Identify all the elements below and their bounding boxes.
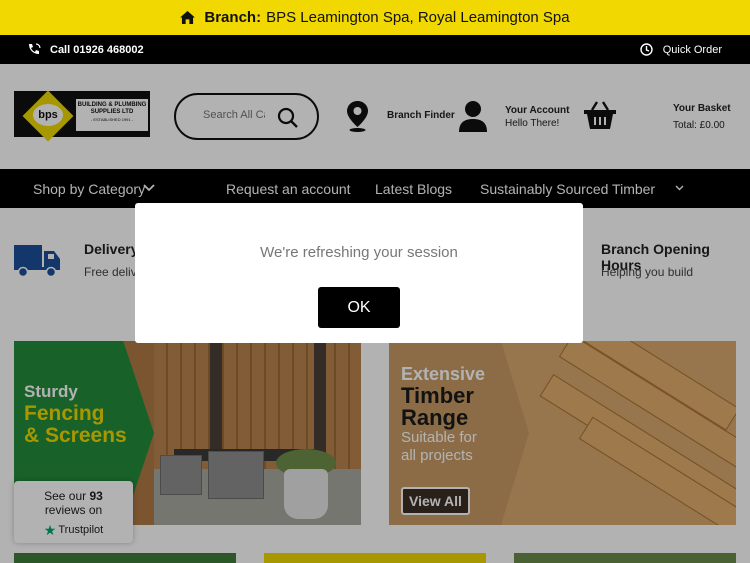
phone-icon	[29, 43, 41, 54]
home-icon	[180, 11, 196, 24]
clock-icon	[640, 43, 653, 56]
quick-order-link[interactable]: Quick Order	[640, 43, 722, 56]
top-bar: Call 01926 468002 Quick Order	[0, 35, 750, 64]
branch-label: Branch:	[204, 9, 262, 26]
session-message: We're refreshing your session	[260, 244, 458, 261]
branch-bar: Branch: BPS Leamington Spa, Royal Leamin…	[0, 0, 750, 35]
session-modal: We're refreshing your session OK	[135, 203, 583, 343]
branch-name[interactable]: BPS Leamington Spa, Royal Leamington Spa	[266, 9, 570, 26]
call-link[interactable]: Call 01926 468002	[27, 43, 144, 56]
phone-number: Call 01926 468002	[50, 43, 144, 56]
ok-button[interactable]: OK	[318, 287, 400, 328]
quick-order-label: Quick Order	[662, 43, 722, 56]
